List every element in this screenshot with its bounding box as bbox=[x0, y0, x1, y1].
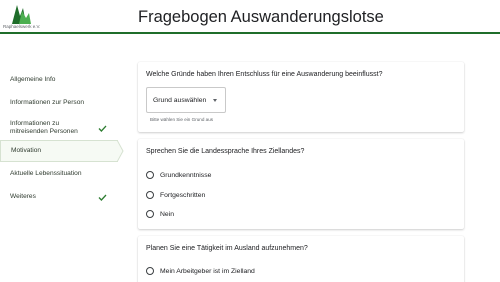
radio-option-fortgeschritten[interactable]: Fortgeschritten bbox=[146, 191, 205, 199]
grund-select[interactable]: Grund auswählen bbox=[146, 87, 226, 113]
radio-button[interactable] bbox=[146, 191, 154, 199]
radio-label: Nein bbox=[160, 210, 174, 218]
sidebar-item-aktuelle-lebenssituation[interactable]: Aktuelle Lebenssituation bbox=[0, 163, 118, 185]
radio-label: Mein Arbeitgeber ist im Zielland bbox=[160, 267, 255, 275]
check-icon bbox=[96, 194, 108, 201]
sidebar-item-informationen-zur-person[interactable]: Informationen zur Person bbox=[0, 92, 118, 114]
question-card-gruende: Welche Gründe haben Ihren Entschluss für… bbox=[138, 62, 464, 132]
radio-button[interactable] bbox=[146, 171, 154, 179]
app-header: Raphaelswerk e.V. Fragebogen Auswanderun… bbox=[0, 0, 500, 34]
question-text: Welche Gründe haben Ihren Entschluss für… bbox=[146, 71, 383, 78]
radio-label: Fortgeschritten bbox=[160, 191, 206, 199]
sidebar-item-label: Aktuelle Lebenssituation bbox=[10, 170, 82, 178]
raphaelswerk-logo bbox=[8, 2, 34, 26]
radio-option-nein[interactable]: Nein bbox=[146, 210, 174, 218]
sidebar-item-label: Informationen zu mitreisenden Personen bbox=[10, 120, 78, 135]
sidebar-item-weiteres[interactable]: Weiteres bbox=[0, 186, 118, 208]
radio-option-grundkenntnisse[interactable]: Grundkenntnisse bbox=[146, 171, 211, 179]
dropdown-caret-icon bbox=[213, 99, 217, 102]
sidebar-item-label: Informationen zur Person bbox=[10, 99, 85, 107]
question-card-taetigkeit: Planen Sie eine Tätigkeit im Ausland auf… bbox=[138, 236, 464, 282]
question-text: Planen Sie eine Tätigkeit im Ausland auf… bbox=[146, 245, 308, 252]
page-title: Fragebogen Auswanderungslotse bbox=[138, 8, 384, 26]
radio-button[interactable] bbox=[146, 210, 154, 218]
question-text: Sprechen Sie die Landessprache Ihres Zie… bbox=[146, 148, 305, 155]
sidebar-item-label: Motivation bbox=[11, 147, 42, 155]
sidebar-item-label: Weiteres bbox=[10, 193, 36, 201]
active-pointer bbox=[117, 140, 124, 162]
radio-label: Grundkenntnisse bbox=[160, 171, 212, 179]
check-icon bbox=[96, 125, 108, 132]
radio-option-arbeitgeber-im-zielland[interactable]: Mein Arbeitgeber ist im Zielland bbox=[146, 267, 255, 275]
header-divider bbox=[0, 32, 500, 34]
sidebar-item-label: Allgemeine Info bbox=[10, 76, 56, 84]
radio-button[interactable] bbox=[146, 267, 154, 275]
logo-text: Raphaelswerk e.V. bbox=[3, 24, 41, 29]
helper-text: Bitte wählen Sie ein Grund aus bbox=[150, 117, 214, 122]
sidebar-item-motivation[interactable]: Motivation bbox=[0, 140, 124, 162]
question-card-landessprache: Sprechen Sie die Landessprache Ihres Zie… bbox=[138, 139, 464, 229]
sidebar-item-allgemeine-info[interactable]: Allgemeine Info bbox=[0, 69, 118, 91]
select-value: Grund auswählen bbox=[153, 96, 207, 104]
sidebar-item-mitreisende-personen[interactable]: Informationen zu mitreisenden Personen bbox=[0, 115, 118, 141]
